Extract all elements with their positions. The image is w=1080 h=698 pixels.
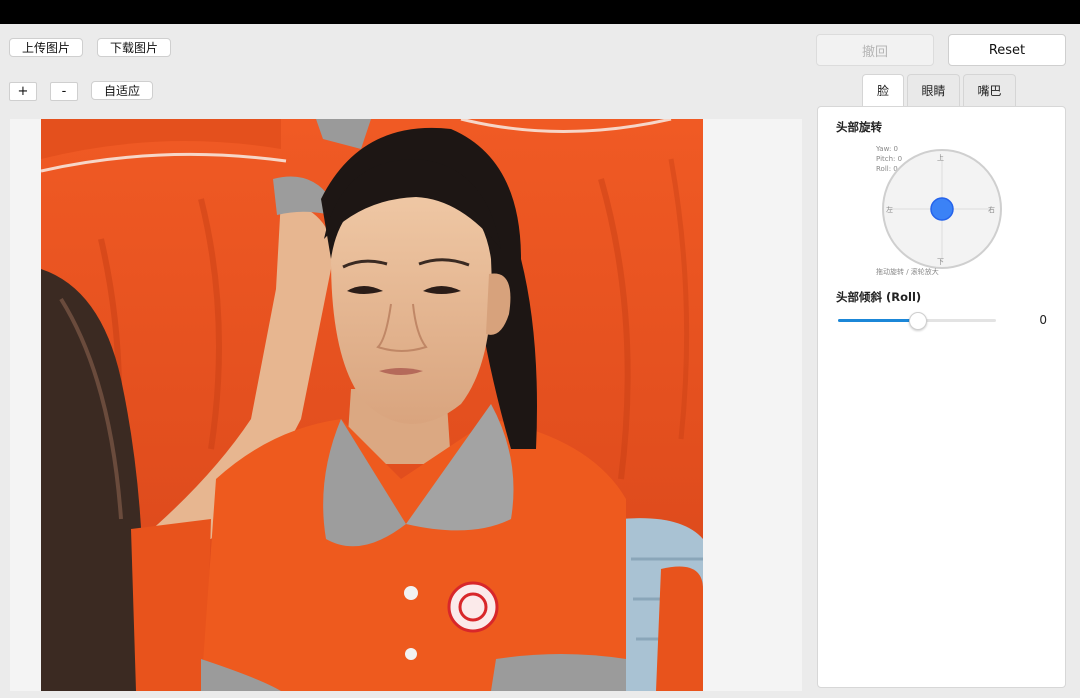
portrait-illustration — [41, 119, 703, 691]
tilt-title: 头部倾斜 (Roll) — [836, 290, 922, 304]
tab-eyes[interactable]: 眼睛 — [907, 74, 960, 106]
fit-to-screen-button[interactable]: 自适应 — [91, 81, 153, 100]
tilt-value: 0 — [1039, 313, 1047, 327]
joystick-left-label: 左 — [886, 206, 893, 214]
portrait-photo[interactable] — [41, 119, 703, 691]
head-rotation-title: 头部旋转 — [836, 120, 882, 134]
joystick-down-label: 下 — [937, 258, 944, 266]
zoom-out-button[interactable]: - — [50, 82, 78, 101]
tab-face[interactable]: 脸 — [862, 74, 904, 106]
joystick-hint: 拖动旋转 / 滚轮放大 — [876, 268, 939, 276]
joystick-handle — [930, 197, 954, 221]
tilt-slider[interactable] — [838, 312, 996, 330]
zoom-in-button[interactable]: + — [9, 82, 37, 101]
undo-button[interactable]: 撤回 — [816, 34, 934, 66]
tab-mouth[interactable]: 嘴巴 — [963, 74, 1016, 106]
upload-image-button[interactable]: 上传图片 — [9, 38, 83, 57]
reset-button[interactable]: Reset — [948, 34, 1066, 66]
settings-panel: 头部旋转 Yaw: 0 Pitch: 0 Roll: 0 上 下 左 右 拖动旋… — [817, 106, 1066, 688]
download-image-button[interactable]: 下载图片 — [97, 38, 171, 57]
tilt-slider-fill — [838, 319, 917, 322]
top-black-bar — [0, 0, 1080, 24]
joystick-right-label: 右 — [988, 206, 995, 214]
head-rotation-joystick[interactable] — [880, 147, 1004, 271]
joystick-up-label: 上 — [937, 154, 944, 162]
tilt-slider-thumb[interactable] — [909, 312, 927, 330]
